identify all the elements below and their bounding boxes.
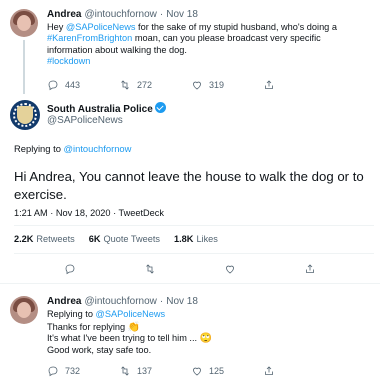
separator: · — [159, 296, 164, 307]
divider — [14, 253, 374, 254]
reply-icon — [48, 80, 58, 91]
tweet-timestamp[interactable]: 1:21 AM · Nov 18, 2020 · TweetDeck — [14, 208, 164, 219]
clapping-hands-emoji: 👏 — [127, 322, 141, 333]
mention-link[interactable]: @intouchfornow — [64, 143, 132, 154]
likes-label: Likes — [196, 234, 218, 244]
retweet-button[interactable] — [144, 262, 156, 280]
tweet-text: Thanks for replying 👏 It's what I've bee… — [47, 322, 367, 356]
retweets-label: Retweets — [36, 234, 75, 244]
quote-tweets-stat[interactable]: 6K Quote Tweets — [89, 234, 160, 244]
author-name[interactable]: Andrea — [47, 296, 81, 307]
retweet-button[interactable]: 137 — [119, 365, 191, 377]
share-button[interactable] — [263, 365, 281, 377]
heart-icon — [193, 81, 201, 90]
hashtag-link[interactable]: #KarenFromBrighton — [47, 33, 132, 43]
likes-stat[interactable]: 1.8K Likes — [174, 234, 218, 244]
share-icon — [265, 366, 273, 375]
share-icon — [306, 264, 314, 273]
hashtag-link[interactable]: #lockdown — [47, 56, 377, 67]
eye-roll-emoji: 🙄 — [199, 333, 213, 345]
like-count: 125 — [209, 366, 225, 376]
divider — [14, 225, 374, 226]
heart-icon — [193, 367, 201, 376]
text-fragment: It's what I've been trying to tell him .… — [47, 333, 200, 344]
text-fragment: Hey — [47, 22, 66, 32]
tweet-actions: 443 272 319 — [47, 79, 281, 91]
tweet-date[interactable]: Nov 18 — [166, 9, 198, 20]
share-button[interactable] — [263, 79, 281, 91]
mention-link[interactable]: @SAPoliceNews — [96, 309, 166, 319]
retweets-value: 2.2K — [14, 234, 34, 244]
reply-icon — [48, 366, 58, 377]
divider — [0, 283, 380, 284]
author-handle[interactable]: @intouchfornow — [84, 9, 156, 20]
quotes-label: Quote Tweets — [103, 234, 161, 244]
like-button[interactable] — [224, 262, 236, 280]
heart-icon — [226, 265, 234, 274]
tweet-text: Hey @SAPoliceNews for the sake of my stu… — [47, 22, 377, 67]
retweet-icon — [121, 80, 129, 90]
text-fragment: moan, can you please broadcast very spec… — [132, 33, 321, 44]
replying-to: Replying to @SAPoliceNews — [47, 309, 165, 320]
retweet-count: 137 — [137, 366, 153, 376]
like-count: 319 — [209, 80, 225, 90]
retweet-count: 272 — [137, 80, 153, 90]
tweet-header: Andrea @intouchfornow · Nov 18 — [47, 296, 198, 307]
share-icon — [265, 80, 273, 89]
avatar[interactable] — [10, 9, 38, 37]
replying-label: Replying to — [47, 309, 96, 319]
tweet-text-main: Hi Andrea, You cannot leave the house to… — [14, 169, 364, 202]
replying-label: Replying to — [14, 143, 64, 154]
retweets-stat[interactable]: 2.2K Retweets — [14, 234, 75, 244]
author-name[interactable]: Andrea — [47, 9, 81, 20]
separator: · — [159, 9, 164, 20]
likes-value: 1.8K — [174, 234, 194, 244]
retweet-button[interactable]: 272 — [119, 79, 191, 91]
tweet-header: Andrea @intouchfornow · Nov 18 — [47, 9, 198, 20]
text-fragment: Good work, stay safe too. — [47, 344, 152, 355]
text-fragment: Thanks for replying — [47, 322, 128, 332]
retweet-icon — [121, 366, 129, 376]
author-name[interactable]: South Australia Police — [47, 104, 153, 115]
quotes-value: 6K — [88, 234, 101, 244]
like-button[interactable]: 125 — [191, 365, 263, 377]
reply-count: 443 — [65, 80, 81, 90]
author-handle[interactable]: @intouchfornow — [84, 296, 156, 307]
reply-button[interactable]: 732 — [47, 365, 119, 377]
like-button[interactable]: 319 — [191, 79, 263, 91]
reply-icon — [65, 264, 75, 275]
avatar[interactable] — [10, 100, 40, 130]
text-fragment: for the sake of my stupid husband, who's… — [135, 22, 337, 32]
engagement-stats: 2.2K Retweets 6K Quote Tweets 1.8K Likes — [14, 234, 218, 244]
text-fragment: information about walking the dog. — [47, 44, 187, 55]
tweet-andrea-original[interactable]: Andrea @intouchfornow · Nov 18 Hey @SAPolic… — [0, 0, 380, 95]
tweet-actions: 732 137 125 — [47, 365, 281, 377]
reply-button[interactable]: 443 — [47, 79, 119, 91]
retweet-icon — [146, 264, 154, 274]
reply-button[interactable] — [64, 262, 76, 280]
author-handle[interactable]: @SAPoliceNews — [47, 115, 123, 126]
thread-connector-line — [23, 40, 25, 94]
verified-badge-icon — [154, 102, 166, 113]
mention-link[interactable]: @SAPoliceNews — [66, 22, 136, 32]
avatar[interactable] — [10, 296, 38, 324]
share-button[interactable] — [304, 262, 316, 280]
replying-to: Replying to @intouchfornow — [14, 143, 131, 154]
reply-count: 732 — [65, 366, 81, 376]
main-tweet-actions — [0, 262, 380, 280]
tweet-date[interactable]: Nov 18 — [166, 296, 198, 307]
tweet-header: South Australia Police — [47, 102, 166, 115]
